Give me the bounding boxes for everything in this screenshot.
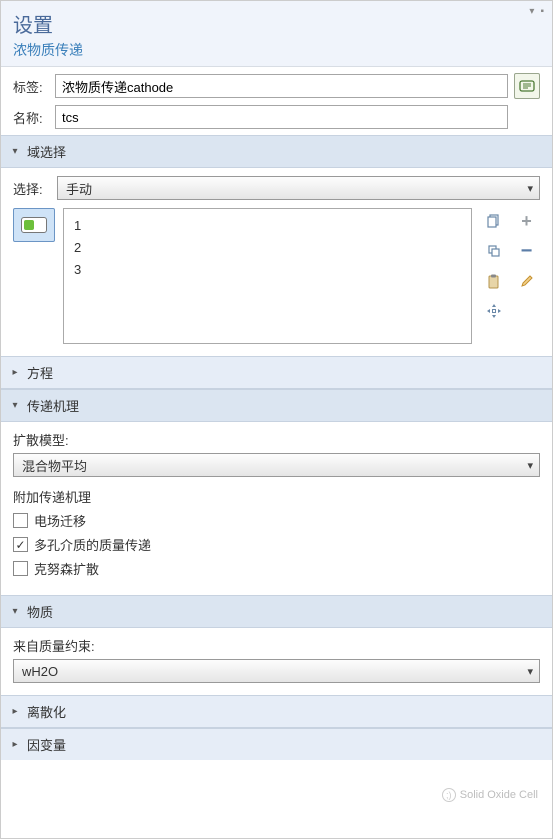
dropdown-icon[interactable]: ▾ bbox=[527, 5, 536, 18]
section-label: 方程 bbox=[27, 363, 53, 382]
remove-icon[interactable]: − bbox=[513, 238, 540, 264]
section-label: 域选择 bbox=[27, 142, 66, 161]
name-label: 名称: bbox=[13, 108, 49, 127]
section-label: 传递机理 bbox=[27, 396, 79, 415]
list-item[interactable]: 3 bbox=[74, 259, 461, 281]
species-value: wH2O bbox=[22, 664, 58, 679]
selection-value: 手动 bbox=[66, 179, 92, 198]
chevron-right-icon: ▸ bbox=[9, 739, 21, 750]
section-equation[interactable]: ▸ 方程 bbox=[1, 356, 552, 389]
edit-icon[interactable] bbox=[513, 268, 540, 294]
section-label: 物质 bbox=[27, 602, 53, 621]
name-input[interactable] bbox=[55, 105, 508, 129]
active-toggle-button[interactable] bbox=[13, 208, 55, 242]
migration-checkbox[interactable] bbox=[13, 513, 28, 528]
tag-label: 标签: bbox=[13, 77, 49, 96]
porous-media-label: 多孔介质的质量传递 bbox=[34, 535, 151, 554]
selection-label: 选择: bbox=[13, 179, 49, 198]
section-species[interactable]: ▾ 物质 bbox=[1, 595, 552, 628]
duplicate-icon[interactable] bbox=[480, 238, 507, 264]
diffusion-model-dropdown[interactable]: 混合物平均 bbox=[13, 453, 540, 477]
selection-dropdown[interactable]: 手动 bbox=[57, 176, 540, 200]
chevron-right-icon: ▸ bbox=[9, 367, 21, 378]
section-transport-mechanisms[interactable]: ▾ 传递机理 bbox=[1, 389, 552, 422]
chevron-down-icon: ▾ bbox=[9, 606, 21, 617]
section-discretization[interactable]: ▸ 离散化 bbox=[1, 695, 552, 728]
additional-transport-label: 附加传递机理 bbox=[13, 487, 540, 506]
section-domain-selection[interactable]: ▾ 域选择 bbox=[1, 135, 552, 168]
porous-media-checkbox[interactable] bbox=[13, 537, 28, 552]
list-item[interactable]: 2 bbox=[74, 237, 461, 259]
settings-title: 设置 bbox=[13, 9, 540, 38]
paste-icon[interactable] bbox=[480, 268, 507, 294]
domain-list[interactable]: 1 2 3 bbox=[63, 208, 472, 344]
section-label: 离散化 bbox=[27, 702, 66, 721]
section-label: 因变量 bbox=[27, 735, 66, 754]
copy-icon[interactable] bbox=[480, 208, 507, 234]
pin-icon[interactable]: ▪ bbox=[538, 5, 546, 18]
zoom-extents-icon[interactable] bbox=[480, 298, 507, 324]
chevron-down-icon: ▾ bbox=[9, 146, 21, 157]
link-icon bbox=[519, 78, 535, 94]
knudsen-label: 克努森扩散 bbox=[34, 559, 99, 578]
knudsen-checkbox[interactable] bbox=[13, 561, 28, 576]
watermark: ;) Solid Oxide Cell bbox=[442, 788, 538, 802]
tag-input[interactable] bbox=[55, 74, 508, 98]
species-dropdown[interactable]: wH2O bbox=[13, 659, 540, 683]
add-icon[interactable]: + bbox=[513, 208, 540, 234]
chevron-right-icon: ▸ bbox=[9, 706, 21, 717]
diffusion-model-value: 混合物平均 bbox=[22, 456, 87, 475]
migration-label: 电场迁移 bbox=[34, 511, 86, 530]
diffusion-model-label: 扩散模型: bbox=[13, 430, 540, 449]
physics-subtitle: 浓物质传递 bbox=[13, 40, 540, 60]
from-mass-constraint-label: 来自质量约束: bbox=[13, 636, 540, 655]
link-button[interactable] bbox=[514, 73, 540, 99]
chevron-down-icon: ▾ bbox=[9, 400, 21, 411]
section-dependent-variables[interactable]: ▸ 因变量 bbox=[1, 728, 552, 760]
toggle-icon bbox=[21, 217, 47, 233]
list-item[interactable]: 1 bbox=[74, 215, 461, 237]
